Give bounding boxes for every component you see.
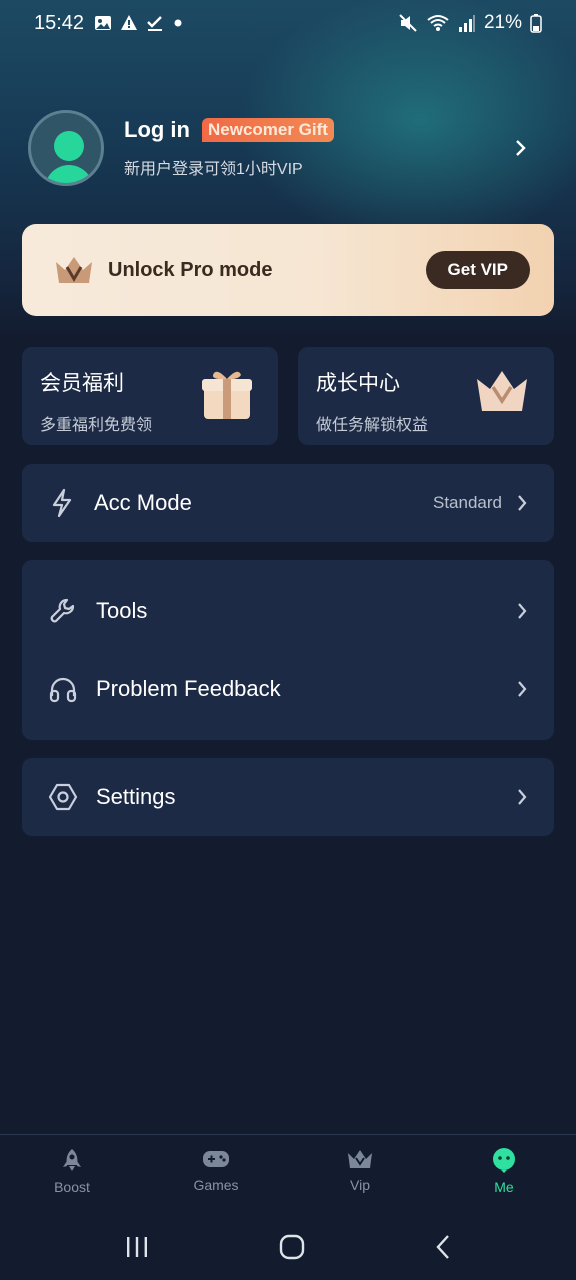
problem-feedback-row[interactable]: Problem Feedback [22,650,554,728]
wrench-icon [50,598,75,623]
settings-label: Settings [96,784,176,809]
vip-banner[interactable]: Unlock Pro mode Get VIP [22,224,554,316]
status-bar: 15:42 21% [0,0,576,46]
chevron-right-icon [518,681,527,697]
tools-row[interactable]: Tools [22,572,554,650]
acc-mode-row[interactable]: Acc Mode Standard [22,464,554,542]
chevron-right-icon [518,789,527,805]
login-subtitle: 新用户登录可领1小时VIP [124,161,303,178]
settings-row[interactable]: Settings [22,758,554,836]
status-time: 15:42 [34,11,85,34]
get-vip-button[interactable]: Get VIP [425,251,530,289]
back-icon[interactable] [434,1234,452,1260]
problem-feedback-label: Problem Feedback [96,676,281,701]
system-nav-bar [0,1214,576,1280]
warning-icon [121,15,138,30]
settings-icon [48,783,78,811]
battery-icon [530,14,542,33]
vip-crown-icon [56,257,92,283]
battery-percent: 21% [483,12,522,33]
chevron-right-icon [518,603,527,619]
chevron-right-icon [518,495,527,511]
crown-icon [348,1150,372,1168]
recent-apps-icon[interactable] [124,1235,150,1259]
check-icon [147,16,163,31]
newcomer-gift-badge: Newcomer Gift [201,118,334,142]
tab-boost[interactable]: Boost [0,1135,144,1214]
profile-section[interactable]: Log in Newcomer Gift 新用户登录可领1小时VIP [28,108,548,188]
lightning-icon [52,488,72,518]
gamepad-icon [203,1151,229,1167]
tab-label: Games [193,1177,239,1193]
tab-me[interactable]: Me [432,1135,576,1214]
login-label[interactable]: Log in [124,117,190,143]
tab-label: Me [494,1179,514,1195]
tab-label: Boost [54,1179,90,1195]
tab-vip[interactable]: Vip [288,1135,432,1214]
wifi-icon [427,15,449,31]
signal-icon [458,15,475,32]
member-benefits-card[interactable]: 会员福利 多重福利免费领 [22,347,278,445]
growth-center-card[interactable]: 成长中心 做任务解锁权益 [298,347,554,445]
chevron-right-icon[interactable] [514,138,528,158]
acc-mode-label: Acc Mode [94,490,192,515]
mute-icon [399,14,417,32]
tab-games[interactable]: Games [144,1135,288,1214]
tab-label: Vip [350,1177,370,1193]
crown-icon [477,371,527,411]
vip-banner-title: Unlock Pro mode [108,258,273,281]
bottom-tab-bar: Boost Games Vip Me [0,1134,576,1214]
tools-label: Tools [96,598,148,623]
avatar[interactable] [28,110,104,186]
home-icon[interactable] [279,1234,305,1260]
rocket-icon [63,1149,81,1171]
gift-icon [202,371,252,419]
image-icon [95,16,112,30]
acc-mode-value: Standard [433,493,502,512]
profile-text: Log in Newcomer Gift 新用户登录可领1小时VIP [124,117,334,179]
me-icon [493,1148,515,1173]
headphones-icon [49,677,77,703]
dot-icon [174,19,182,27]
